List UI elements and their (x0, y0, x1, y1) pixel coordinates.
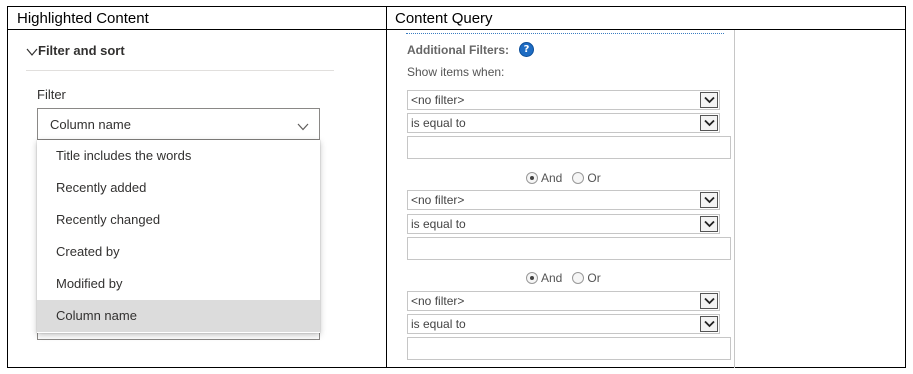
connector-1-and-radio[interactable] (526, 172, 538, 184)
connector-2-and-label: And (541, 271, 563, 285)
comparison-table: Highlighted Content Content Query Filter… (7, 6, 906, 368)
filter-3-value-input[interactable] (407, 337, 731, 360)
dropdown-arrow-icon (700, 92, 718, 108)
connector-2-or-label: Or (587, 271, 601, 285)
highlighted-content-header: Highlighted Content (17, 10, 149, 27)
filter-1-field-select[interactable]: <no filter> (407, 90, 720, 110)
content-query-header: Content Query (395, 10, 493, 27)
connector-2-or-radio[interactable] (572, 272, 585, 284)
filter-and-sort-toggle[interactable]: Filter and sort (26, 43, 125, 58)
dropdown-arrow-icon (700, 192, 718, 208)
chevron-down-icon (297, 119, 309, 131)
filter-3-operator-select[interactable]: is equal to (407, 314, 720, 334)
connector-2: And Or (526, 271, 601, 285)
filter-1-value-input[interactable] (407, 136, 731, 159)
connector-1-or-label: Or (587, 171, 601, 185)
content-query-panel: Additional Filters: ? Show items when: <… (387, 30, 735, 368)
dropdown-arrow-icon (700, 115, 718, 131)
filter-and-sort-title: Filter and sort (38, 43, 125, 58)
highlighted-content-panel: Filter and sort Filter Column name Title… (8, 30, 386, 368)
additional-filters-heading: Additional Filters: ? (407, 42, 534, 57)
dropdown-arrow-icon (700, 316, 718, 332)
filter-dropdown-value: Column name (50, 116, 131, 132)
filter-1-operator-value: is equal to (411, 116, 466, 130)
filter-1-operator-select[interactable]: is equal to (407, 113, 720, 133)
help-icon[interactable]: ? (519, 42, 534, 57)
menu-item-created-by[interactable]: Created by (37, 236, 320, 268)
connector-1-and-label: And (541, 171, 563, 185)
connector-2-and-radio[interactable] (526, 272, 538, 284)
dotted-separator (406, 33, 724, 34)
filter-label: Filter (37, 87, 66, 102)
connector-1-or-radio[interactable] (572, 172, 585, 184)
filter-3-field-value: <no filter> (411, 294, 465, 308)
menu-item-title-includes[interactable]: Title includes the words (37, 140, 320, 172)
filter-3-operator-value: is equal to (411, 317, 466, 331)
filter-2-operator-value: is equal to (411, 217, 466, 231)
connector-2-or-group: Or (572, 271, 601, 285)
menu-item-recently-added[interactable]: Recently added (37, 172, 320, 204)
connector-1: And Or (526, 171, 601, 185)
connector-1-or-group: Or (572, 171, 601, 185)
filter-2-field-value: <no filter> (411, 193, 465, 207)
filter-dropdown-menu: Title includes the words Recently added … (37, 140, 320, 333)
menu-item-recently-changed[interactable]: Recently changed (37, 204, 320, 236)
chevron-down-icon (26, 45, 38, 56)
menu-item-modified-by[interactable]: Modified by (37, 268, 320, 300)
filter-2-operator-select[interactable]: is equal to (407, 214, 720, 234)
menu-item-column-name[interactable]: Column name (37, 300, 320, 332)
filter-2-field-select[interactable]: <no filter> (407, 190, 720, 210)
dropdown-arrow-icon (700, 293, 718, 309)
filter-1-field-value: <no filter> (411, 93, 465, 107)
filter-3-field-select[interactable]: <no filter> (407, 291, 720, 311)
section-divider (26, 70, 334, 71)
filter-dropdown[interactable]: Column name (37, 108, 320, 140)
dropdown-arrow-icon (700, 216, 718, 232)
filter-2-value-input[interactable] (407, 237, 731, 260)
show-items-when-label: Show items when: (407, 65, 505, 79)
additional-filters-label: Additional Filters: (407, 42, 509, 57)
